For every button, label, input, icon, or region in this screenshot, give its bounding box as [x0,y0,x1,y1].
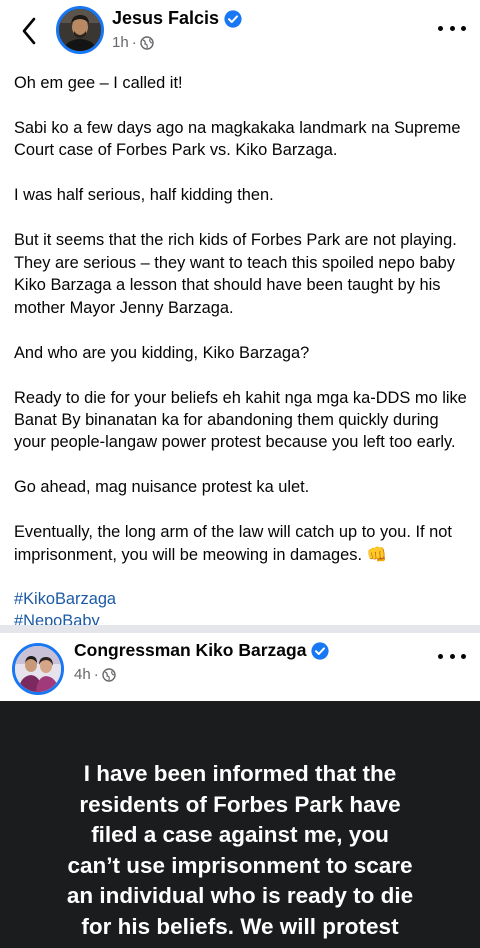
globe-icon [101,667,116,682]
quote-line: can’t use imprisonment to scare [67,852,413,878]
back-chevron-icon [22,17,36,45]
quote-line: residents of Forbes Park have [79,791,401,817]
shared-quote-image[interactable]: I have been informed that the residents … [0,701,480,948]
more-options-icon [438,653,443,659]
shared-post-time[interactable]: 4h [74,666,91,683]
quote-line: for his beliefs. We will protest [81,913,399,939]
meta-separator: · [131,34,137,51]
post-paragraph: Oh em gee – I called it! [14,74,183,92]
more-dot [449,653,455,659]
verified-badge-icon [311,641,330,660]
shared-more-options-button[interactable] [438,646,466,666]
post-paragraph: But it seems that the rich kids of Forbe… [14,231,457,317]
more-dot [461,653,466,659]
post-header: Jesus Falcis 1h · [0,0,480,62]
post-paragraph: Ready to die for your beliefs eh kahit n… [14,388,467,452]
quote-line: I have been informed that the [83,761,397,786]
more-options-button[interactable] [438,18,466,38]
more-dot [461,25,466,31]
post-paragraph: And who are you kidding, Kiko Barzaga? [14,343,310,362]
quote-line: filed a case against me, you [91,822,389,847]
post-paragraph: Eventually, the long arm of the law will… [14,523,452,564]
shared-avatar-photo [15,646,61,692]
avatar[interactable] [56,6,104,54]
verified-badge-icon [224,9,242,28]
shared-author-avatar[interactable] [12,643,64,695]
more-dot [449,25,455,31]
globe-icon [139,35,154,50]
post-paragraph: Go ahead, mag nuisance protest ka ulet. [14,478,310,497]
post-time[interactable]: 1h [112,34,129,51]
post-paragraph: Sabi ko a few days ago na magkakaka land… [14,119,461,160]
post-meta: 1h · [112,34,154,51]
author-name-text: Jesus Falcis [112,8,220,28]
back-button[interactable] [14,14,44,48]
author-name[interactable]: Jesus Falcis [112,8,242,29]
meta-separator: · [93,666,99,683]
shared-post-meta: 4h · [74,666,116,683]
shared-author-name[interactable]: Congressman Kiko Barzaga [74,640,330,661]
post-paragraph: I was half serious, half kidding then. [14,186,274,205]
more-options-icon [438,25,443,31]
quote-text: I have been informed that the residents … [0,759,480,942]
quote-line: an individual who is ready to die [66,883,414,908]
avatar-photo [59,9,101,51]
post-text: Oh em gee – I called it! Sabi ko a few d… [14,72,470,633]
section-divider [0,625,480,633]
hashtag-link[interactable]: #KikoBarzaga [14,588,470,610]
shared-author-name-text: Congressman Kiko Barzaga [74,640,307,660]
